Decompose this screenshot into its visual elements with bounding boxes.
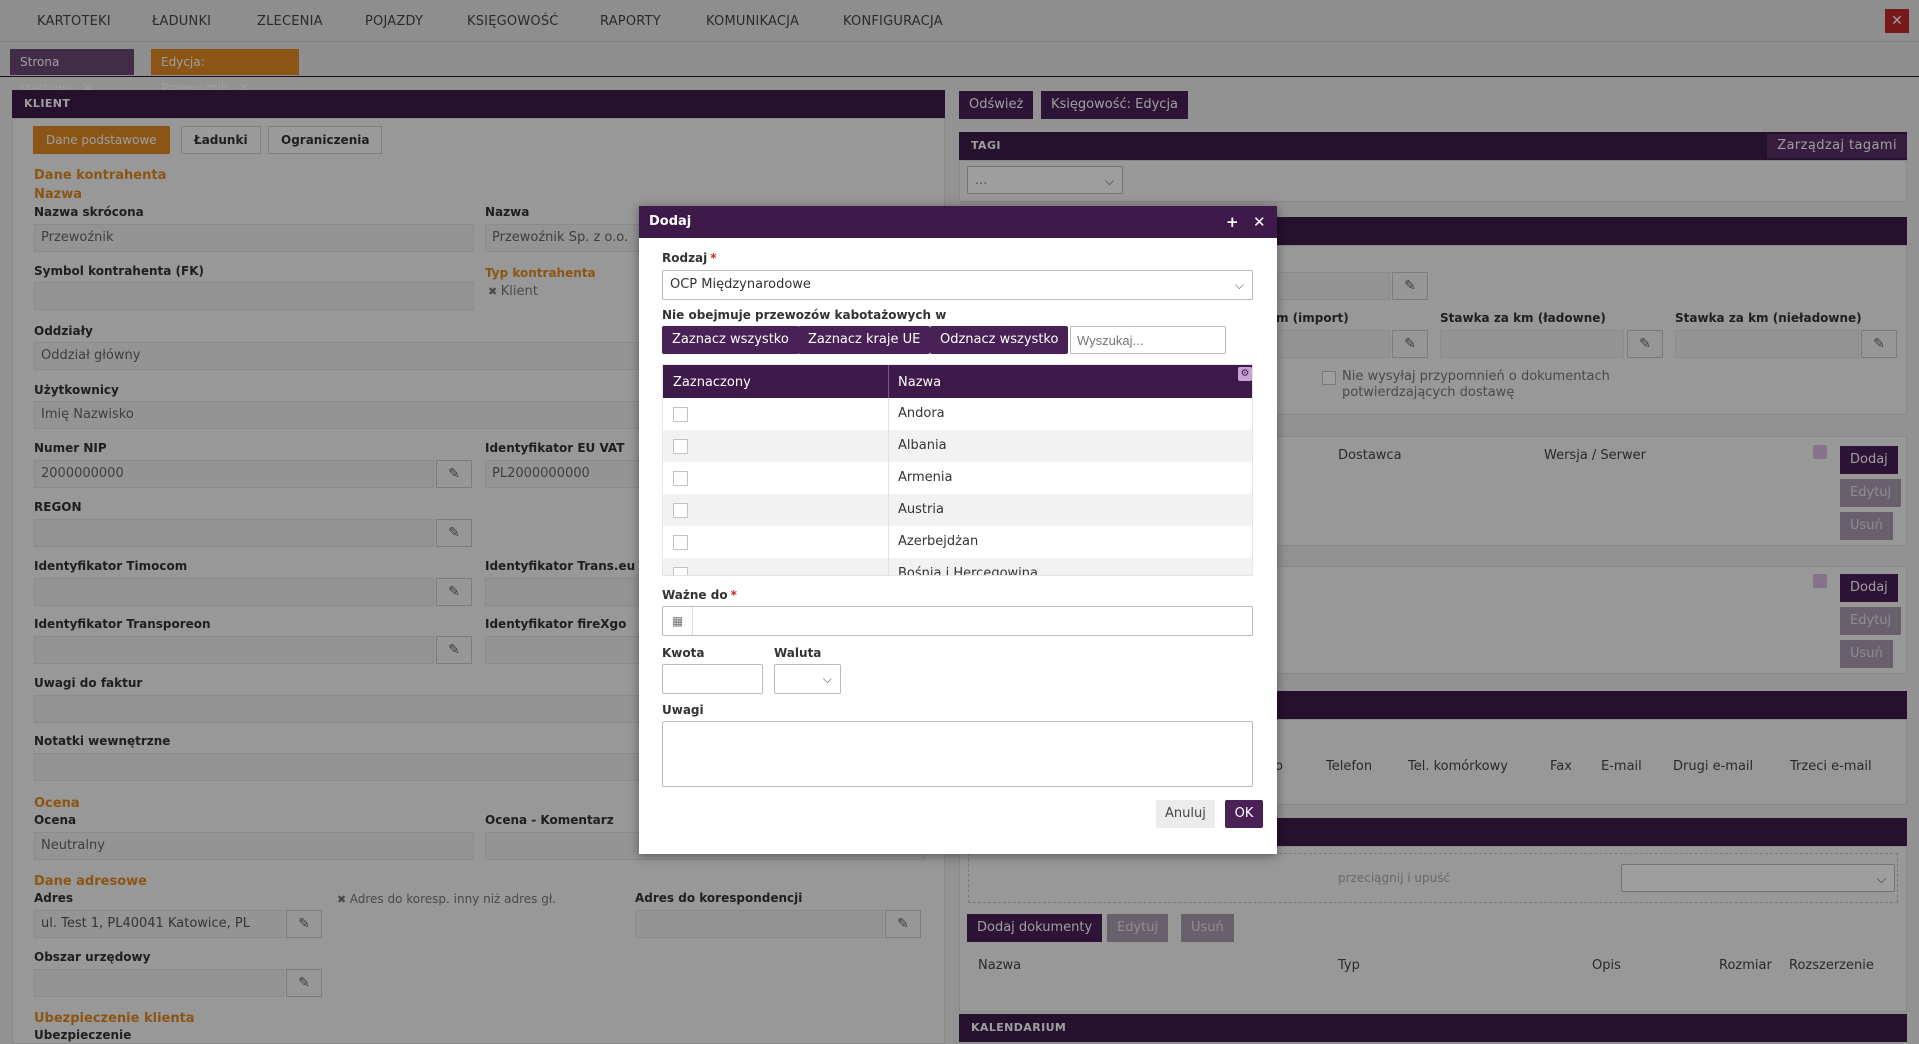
waluta-select[interactable]: ⌵ — [774, 664, 841, 694]
uwagi-label: Uwagi — [662, 703, 704, 717]
country-search-input[interactable] — [1070, 326, 1226, 354]
dialog-header: Dodaj + ✕ — [639, 206, 1277, 238]
calendar-icon[interactable]: ▦ — [663, 607, 693, 635]
country-name: Azerbejdżan — [898, 534, 979, 549]
cancel-button[interactable]: Anuluj — [1156, 800, 1215, 828]
required-marker: * — [710, 251, 717, 265]
col-separator — [888, 398, 889, 430]
row-checkbox[interactable] — [673, 535, 688, 550]
col-separator — [888, 462, 889, 494]
country-grid: Zaznaczony Nazwa ⚙ Andora Albania Armeni… — [662, 364, 1253, 576]
country-row[interactable]: Armenia — [663, 462, 1252, 494]
kwota-label: Kwota — [662, 646, 705, 660]
row-checkbox[interactable] — [673, 471, 688, 486]
col-separator — [888, 494, 889, 526]
col-separator — [888, 430, 889, 462]
wazne-do-label-text: Ważne do — [662, 588, 728, 602]
rodzaj-select[interactable]: OCP Międzynarodowe ⌵ — [662, 270, 1253, 300]
maximize-icon[interactable]: + — [1226, 206, 1239, 238]
country-row[interactable]: Andora — [663, 398, 1252, 430]
country-row[interactable]: Bośnia i Hercegowina — [663, 558, 1252, 576]
col-separator — [888, 526, 889, 558]
row-checkbox[interactable] — [673, 439, 688, 454]
deselect-all-button[interactable]: Odznacz wszystko — [930, 326, 1069, 354]
country-row[interactable]: Austria — [663, 494, 1252, 526]
chevron-down-icon: ⌵ — [1234, 278, 1244, 292]
close-icon[interactable]: ✕ — [1253, 206, 1266, 238]
grid-header: Zaznaczony Nazwa ⚙ — [663, 365, 1252, 398]
country-name: Albania — [898, 438, 947, 453]
select-all-button[interactable]: Zaznacz wszystko — [662, 326, 799, 354]
country-name: Bośnia i Hercegowina — [898, 566, 1038, 576]
uwagi-textarea[interactable] — [662, 721, 1253, 787]
waluta-label: Waluta — [774, 646, 822, 660]
rodzaj-label-text: Rodzaj — [662, 251, 708, 265]
chevron-down-icon: ⌵ — [822, 672, 832, 686]
col-zaznaczony[interactable]: Zaznaczony — [673, 375, 751, 390]
country-row[interactable]: Azerbejdżan — [663, 526, 1252, 558]
row-checkbox[interactable] — [673, 503, 688, 518]
ok-button[interactable]: OK — [1225, 800, 1263, 828]
col-separator — [888, 365, 889, 398]
col-separator — [888, 558, 889, 575]
country-row[interactable]: Albania — [663, 430, 1252, 462]
kwota-input[interactable] — [662, 664, 763, 694]
select-eu-button[interactable]: Zaznacz kraje UE — [798, 326, 931, 354]
row-checkbox[interactable] — [673, 567, 688, 575]
dodaj-dialog: Dodaj + ✕ Rodzaj * OCP Międzynarodowe ⌵ Ni… — [639, 206, 1277, 854]
gear-icon[interactable]: ⚙ — [1238, 367, 1252, 381]
country-name: Armenia — [898, 470, 953, 485]
kabotaz-label: Nie obejmuje przewozów kabotażowych w — [662, 308, 947, 322]
rodzaj-select-value: OCP Międzynarodowe — [670, 277, 811, 292]
required-marker: * — [730, 588, 737, 602]
country-name: Austria — [898, 502, 944, 517]
col-nazwa[interactable]: Nazwa — [898, 375, 941, 390]
dialog-title: Dodaj — [649, 214, 692, 229]
rodzaj-label: Rodzaj * — [662, 251, 717, 265]
wazne-do-input[interactable]: ▦ — [662, 606, 1253, 636]
country-name: Andora — [898, 406, 945, 421]
row-checkbox[interactable] — [673, 407, 688, 422]
wazne-do-label: Ważne do * — [662, 588, 737, 602]
